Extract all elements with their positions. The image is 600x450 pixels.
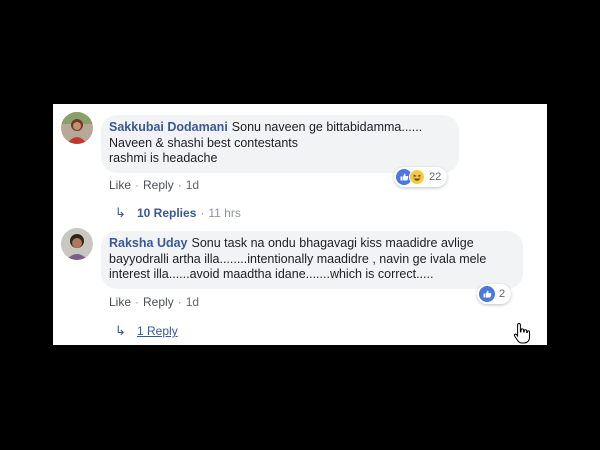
avatar[interactable] <box>61 112 93 144</box>
view-replies-link[interactable]: ↳ 10 Replies · 11 hrs <box>115 205 241 221</box>
reaction-count: 22 <box>429 171 442 183</box>
reactions-badge[interactable]: 2 <box>477 284 512 304</box>
replies-separator: · <box>200 206 205 220</box>
avatar-image <box>61 228 93 260</box>
comment-timestamp[interactable]: 1d <box>186 178 199 192</box>
comment-text-line: Sonu naveen ge bittabidamma...... <box>231 120 423 134</box>
avatar[interactable] <box>61 228 93 260</box>
separator-dot: · <box>135 295 140 309</box>
comment-text-line: Sonu task na ondu bhagavagi kiss maadidr… <box>191 236 474 250</box>
separator-dot: · <box>177 178 182 192</box>
comment-text-line: Naveen & shashi best contestants <box>109 135 299 150</box>
comments-panel: Sakkubai Dodamani Sonu naveen ge bittabid… <box>53 104 547 345</box>
replies-time: 11 hrs <box>208 206 241 220</box>
hand-cursor-icon <box>513 322 531 349</box>
like-link[interactable]: Like <box>109 178 131 192</box>
comment-author[interactable]: Sakkubai Dodamani <box>109 120 228 134</box>
reply-link[interactable]: Reply <box>143 295 174 309</box>
comment-actions: Like · Reply · 1d <box>109 178 199 192</box>
reactions-badge[interactable]: 22 <box>394 167 448 187</box>
comment-actions: Like · Reply · 1d <box>109 295 199 309</box>
comment-text-line: rashmi is headache <box>109 151 218 165</box>
view-replies-link[interactable]: ↳ 1 Reply <box>115 323 178 339</box>
comment-text-line: interest illa......avoid maadtha idane..… <box>109 267 434 281</box>
comment-timestamp[interactable]: 1d <box>186 295 199 309</box>
reply-link[interactable]: Reply <box>143 178 174 192</box>
separator-dot: · <box>177 295 182 309</box>
haha-icon <box>409 169 425 185</box>
reaction-count: 2 <box>499 288 506 300</box>
replies-count[interactable]: 1 Reply <box>137 324 178 338</box>
comment-author[interactable]: Raksha Uday <box>109 236 188 250</box>
replies-count[interactable]: 10 Replies <box>137 206 196 220</box>
comment-bubble: Raksha Uday Sonu task na ondu bhagavagi k… <box>101 231 523 289</box>
comment-bubble: Sakkubai Dodamani Sonu naveen ge bittabid… <box>101 115 459 173</box>
separator-dot: · <box>135 178 140 192</box>
reply-arrow-icon: ↳ <box>115 323 126 338</box>
like-icon <box>479 286 495 302</box>
comment-text-line: bayyodralli artha illa........intentiona… <box>109 251 487 266</box>
avatar-image <box>61 112 93 144</box>
like-link[interactable]: Like <box>109 295 131 309</box>
reply-arrow-icon: ↳ <box>115 205 126 220</box>
